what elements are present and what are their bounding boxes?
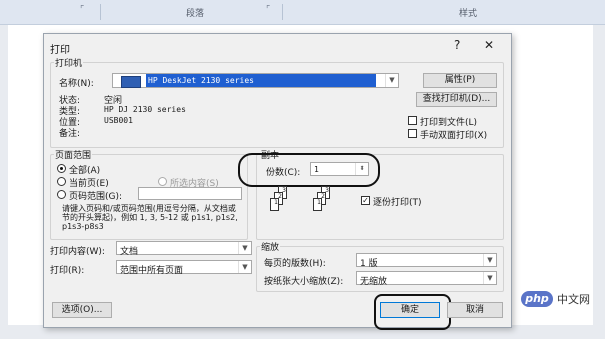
current-page-radio[interactable] <box>57 177 66 186</box>
pages-per-sheet-label: 每页的版数(H): <box>264 259 326 269</box>
pages-per-sheet-select[interactable]: 1 版 ▼ <box>356 253 497 269</box>
page-numbers-input[interactable] <box>138 187 242 200</box>
chevron-down-icon[interactable]: ▼ <box>385 74 398 87</box>
page-icon: 1 <box>270 198 279 211</box>
options-button[interactable]: 选项(O)... <box>52 302 112 318</box>
manual-duplex-checkbox[interactable] <box>408 129 417 138</box>
pages-per-sheet-value: 1 版 <box>360 259 378 269</box>
page-range-group-label: 页面范围 <box>54 148 93 161</box>
print-value: 范围中所有页面 <box>120 266 184 276</box>
ribbon-separator <box>282 4 283 20</box>
print-dialog: 打印 ? ✕ 打印机 名称(N): HP DeskJet 2130 series… <box>43 33 512 330</box>
cancel-button[interactable]: 取消 <box>447 302 503 318</box>
collate-label: 逐份打印(T) <box>373 198 422 208</box>
current-page-label: 当前页(E) <box>69 179 109 189</box>
type-value: HP DJ 2130 series <box>104 105 186 114</box>
print-what-value: 文档 <box>120 247 139 257</box>
highlight-circle <box>374 294 451 330</box>
selection-radio[interactable] <box>158 177 167 186</box>
ribbon-separator <box>100 4 101 20</box>
print-what-select[interactable]: 文档 ▼ <box>116 241 252 257</box>
close-icon[interactable]: ✕ <box>484 38 494 52</box>
all-pages-radio[interactable] <box>57 164 66 173</box>
collate-checkbox[interactable]: ✓ <box>361 196 370 205</box>
ribbon <box>0 0 605 25</box>
scale-value: 无缩放 <box>360 277 388 287</box>
print-to-file-checkbox[interactable] <box>408 116 417 125</box>
ribbon-group-paragraph: 段落 <box>186 9 205 19</box>
print-label: 打印(R): <box>50 266 85 276</box>
highlight-circle <box>238 153 380 187</box>
dialog-title: 打印 <box>50 45 70 56</box>
page-numbers-label: 页码范围(G): <box>69 192 123 202</box>
chevron-down-icon[interactable]: ▼ <box>238 242 251 254</box>
dialog-launcher-icon[interactable]: ⌜ <box>80 5 84 15</box>
print-what-label: 打印内容(W): <box>50 247 105 257</box>
page-icon: 1 <box>313 198 322 211</box>
scale-label: 按纸张大小缩放(Z): <box>264 277 344 287</box>
find-printer-button[interactable]: 查找打印机(D)... <box>416 92 497 107</box>
printer-icon <box>121 76 141 88</box>
page-range-hint: 请键入页码和/或页码范围(用逗号分隔，从文档或节的开头算起)，例如 1, 3, … <box>62 204 238 231</box>
all-pages-label: 全部(A) <box>69 166 101 176</box>
chevron-down-icon[interactable]: ▼ <box>483 272 496 284</box>
printer-name-select[interactable]: HP DeskJet 2130 series ▼ <box>112 73 399 88</box>
properties-button[interactable]: 属性(P) <box>423 73 497 88</box>
page-numbers-radio[interactable] <box>57 190 66 199</box>
manual-duplex-label: 手动双面打印(X) <box>420 131 488 141</box>
comment-label: 备注: <box>59 129 81 139</box>
watermark-text: 中文网 <box>557 293 590 306</box>
print-to-file-label: 打印到文件(L) <box>420 118 478 128</box>
paragraph-launcher-icon[interactable]: ⌜ <box>266 5 270 15</box>
printer-name-label: 名称(N): <box>59 79 94 89</box>
chevron-down-icon[interactable]: ▼ <box>238 261 251 273</box>
chevron-down-icon[interactable]: ▼ <box>483 254 496 266</box>
where-value: USB001 <box>104 116 133 125</box>
print-select[interactable]: 范围中所有页面 ▼ <box>116 260 252 276</box>
ribbon-group-styles: 样式 <box>459 9 478 19</box>
help-icon[interactable]: ? <box>454 38 460 52</box>
printer-name-value: HP DeskJet 2130 series <box>148 76 254 85</box>
printer-group-label: 打印机 <box>54 56 84 69</box>
zoom-group-label: 缩放 <box>260 240 281 253</box>
scale-select[interactable]: 无缩放 ▼ <box>356 271 497 287</box>
php-logo: php <box>521 291 553 307</box>
